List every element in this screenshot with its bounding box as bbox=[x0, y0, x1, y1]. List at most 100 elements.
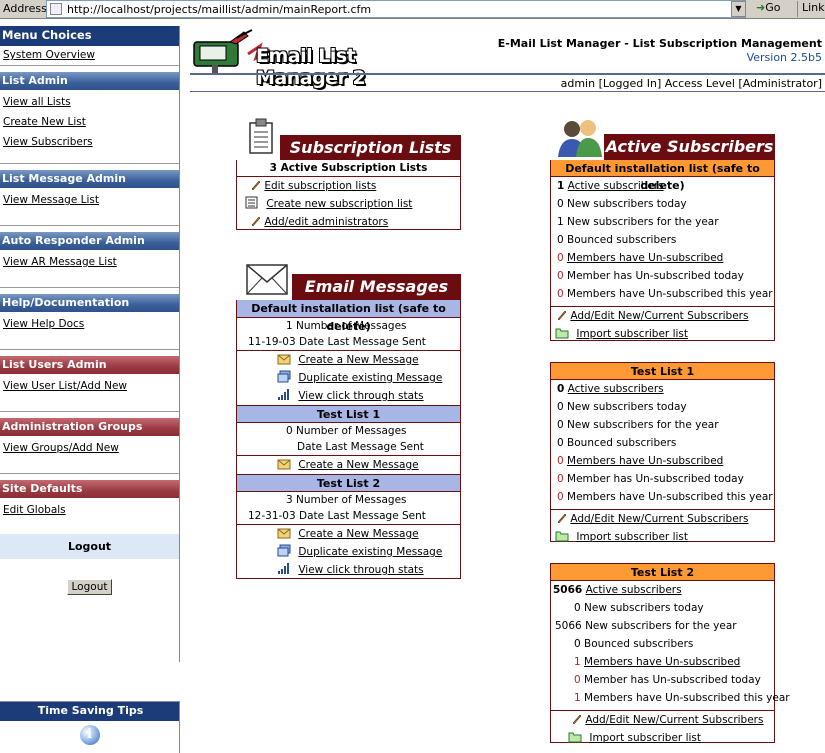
import-subscriber-list-link[interactable]: Import subscriber list bbox=[576, 531, 688, 543]
address-label: Address bbox=[3, 2, 47, 15]
sidebar-item-view-all-lists[interactable]: View all Lists bbox=[0, 93, 179, 113]
active-lists-count: 3 Active Subscription Lists bbox=[237, 160, 460, 177]
tips-heading: Time Saving Tips bbox=[0, 701, 179, 721]
email-list-manager-logo: Email List Manager 2 bbox=[190, 28, 440, 89]
sidebar-section-list-admin: List Admin bbox=[0, 72, 179, 90]
edit-subscription-lists-link[interactable]: Edit subscription lists bbox=[264, 180, 376, 192]
logo-text: Email List Manager 2 bbox=[256, 45, 366, 89]
stats-chart-icon bbox=[277, 562, 291, 575]
duplicate-message-icon bbox=[277, 544, 291, 557]
email-messages-title: Email Messages bbox=[292, 274, 461, 300]
envelope-icon bbox=[246, 263, 290, 297]
folder-icon bbox=[555, 529, 569, 542]
sidebar-section-administration-groups: Administration Groups bbox=[0, 418, 179, 436]
sidebar: Menu Choices System Overview List Admin … bbox=[0, 26, 180, 662]
message-list-name: Default installation list (safe to delet… bbox=[237, 300, 460, 333]
links-toolbar-button[interactable]: Links bbox=[797, 1, 825, 17]
menu-choices-heading: Menu Choices bbox=[0, 26, 179, 46]
active-subscribers-link[interactable]: Active subscribers bbox=[568, 383, 664, 395]
sidebar-item-system-overview[interactable]: System Overview bbox=[0, 46, 179, 66]
unsubscribed-members-link[interactable]: Members have Un-subscribed bbox=[584, 656, 740, 668]
sidebar-item-edit-globals[interactable]: Edit Globals bbox=[0, 501, 179, 521]
duplicate-message-link[interactable]: Duplicate existing Message bbox=[298, 546, 442, 558]
sidebar-item-view-subscribers[interactable]: View Subscribers bbox=[0, 133, 179, 153]
address-bar: Address http://localhost/projects/mailli… bbox=[0, 0, 825, 19]
last-sent-date: 12-31-03 bbox=[248, 510, 296, 522]
last-sent-date: 11-19-03 bbox=[248, 336, 296, 348]
folder-icon bbox=[555, 326, 569, 339]
url-input[interactable]: http://localhost/projects/maillist/admin… bbox=[46, 0, 746, 18]
subscriber-list-name: Default installation list (safe to delet… bbox=[551, 160, 774, 192]
sidebar-section-site-defaults: Site Defaults bbox=[0, 480, 179, 498]
pencil-icon bbox=[251, 178, 261, 191]
logout-heading: Logout bbox=[0, 534, 179, 559]
create-message-link[interactable]: Create a New Message bbox=[298, 459, 418, 471]
pencil-icon bbox=[251, 214, 261, 227]
message-count: 0 bbox=[286, 425, 293, 437]
sidebar-section-help-documentation: Help/Documentation bbox=[0, 294, 179, 312]
pencil-icon bbox=[572, 712, 582, 725]
click-through-stats-link[interactable]: View click through stats bbox=[298, 564, 423, 576]
create-message-link[interactable]: Create a New Message bbox=[298, 528, 418, 540]
sidebar-item-create-new-list[interactable]: Create New List bbox=[0, 113, 179, 133]
sidebar-item-view-ar-message-list[interactable]: View AR Message List bbox=[0, 253, 179, 273]
header-divider bbox=[190, 73, 825, 75]
new-list-icon bbox=[245, 196, 259, 209]
tips-panel: Time Saving Tips i bbox=[0, 701, 180, 753]
sidebar-item-view-user-list[interactable]: View User List/Add New bbox=[0, 377, 179, 397]
version-label: Version 2.5b5 bbox=[746, 51, 822, 64]
add-edit-administrators-link[interactable]: Add/edit administrators bbox=[264, 216, 388, 228]
create-message-link[interactable]: Create a New Message bbox=[298, 354, 418, 366]
subscriber-list-box: Default installation list (safe to delet… bbox=[550, 160, 775, 341]
info-icon[interactable]: i bbox=[79, 725, 100, 745]
add-edit-subscribers-link[interactable]: Add/Edit New/Current Subscribers bbox=[585, 714, 763, 726]
import-subscriber-list-link[interactable]: Import subscriber list bbox=[576, 328, 688, 340]
message-count: 3 bbox=[286, 494, 293, 506]
pencil-icon bbox=[557, 308, 567, 321]
subscriber-list-name: Test List 1 bbox=[551, 363, 774, 380]
email-messages-panel: Default installation list (safe to delet… bbox=[236, 300, 461, 579]
go-arrow-icon: ➜ bbox=[756, 1, 766, 14]
subscriber-list-name: Test List 2 bbox=[551, 564, 774, 581]
new-message-icon bbox=[277, 457, 291, 470]
subscription-lists-title: Subscription Lists bbox=[280, 135, 461, 161]
page-icon bbox=[50, 3, 62, 15]
message-list-name: Test List 2 bbox=[237, 474, 460, 492]
page-title: E-Mail List Manager - List Subscription … bbox=[497, 37, 822, 50]
new-message-icon bbox=[277, 526, 291, 539]
sidebar-item-view-message-list[interactable]: View Message List bbox=[0, 191, 179, 211]
active-subscribers-link[interactable]: Active subscribers bbox=[586, 584, 682, 596]
message-count: 1 bbox=[286, 320, 293, 332]
logout-button[interactable]: Logout bbox=[66, 579, 113, 595]
create-subscription-list-link[interactable]: Create new subscription list bbox=[266, 198, 412, 210]
stats-chart-icon bbox=[277, 388, 291, 401]
people-icon bbox=[556, 117, 606, 157]
click-through-stats-link[interactable]: View click through stats bbox=[298, 390, 423, 402]
folder-icon bbox=[568, 730, 582, 743]
duplicate-message-icon bbox=[277, 370, 291, 383]
url-text: http://localhost/projects/maillist/admin… bbox=[67, 3, 372, 16]
new-message-icon bbox=[277, 352, 291, 365]
sidebar-item-view-groups[interactable]: View Groups/Add New bbox=[0, 439, 179, 459]
address-dropdown-button[interactable]: ▼ bbox=[731, 1, 746, 17]
clipboard-icon bbox=[248, 118, 274, 154]
unsubscribed-members-link[interactable]: Members have Un-subscribed bbox=[567, 252, 723, 264]
active-subscribers-link[interactable]: Active subscribers bbox=[568, 180, 664, 192]
sidebar-item-view-help-docs[interactable]: View Help Docs bbox=[0, 315, 179, 335]
go-button[interactable]: ➜Go bbox=[752, 1, 792, 17]
import-subscriber-list-link[interactable]: Import subscriber list bbox=[589, 732, 701, 744]
sidebar-section-list-users-admin: List Users Admin bbox=[0, 356, 179, 374]
subscriber-list-box: Test List 1 0 Active subscribers 0 New s… bbox=[550, 362, 775, 543]
add-edit-subscribers-link[interactable]: Add/Edit New/Current Subscribers bbox=[570, 310, 748, 322]
sidebar-section-list-message-admin: List Message Admin bbox=[0, 170, 179, 188]
header-divider-bottom bbox=[190, 91, 825, 92]
pencil-icon bbox=[557, 511, 567, 524]
unsubscribed-members-link[interactable]: Members have Un-subscribed bbox=[567, 455, 723, 467]
active-subscribers-title: Active Subscribers bbox=[604, 134, 775, 160]
login-status: admin [Logged In] Access Level [Administ… bbox=[560, 77, 822, 90]
add-edit-subscribers-link[interactable]: Add/Edit New/Current Subscribers bbox=[570, 513, 748, 525]
subscriber-list-box: Test List 2 5066 Active subscribers 0 Ne… bbox=[550, 563, 790, 744]
sidebar-section-auto-responder-admin: Auto Responder Admin bbox=[0, 232, 179, 250]
message-list-name: Test List 1 bbox=[237, 405, 460, 423]
duplicate-message-link[interactable]: Duplicate existing Message bbox=[298, 372, 442, 384]
